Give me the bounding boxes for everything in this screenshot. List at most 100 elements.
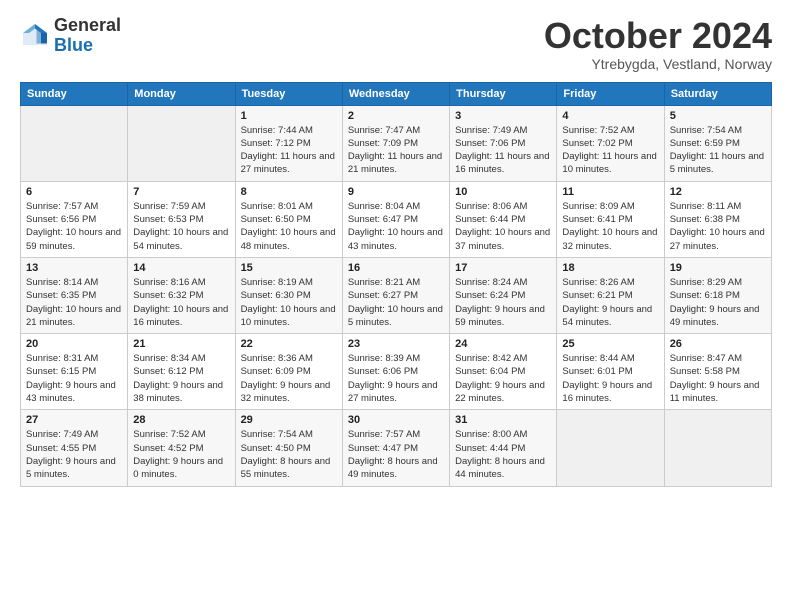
th-sunday: Sunday <box>21 82 128 105</box>
day-number: 11 <box>562 186 658 198</box>
cell-week2-day2: 8Sunrise: 8:01 AM Sunset: 6:50 PM Daylig… <box>235 181 342 257</box>
cell-week1-day5: 4 Sunrise: 7:52 AM Sunset: 7:02 PM Daylig… <box>557 105 664 181</box>
cell-week1-day4: 3 Sunrise: 7:49 AM Sunset: 7:06 PM Daylig… <box>450 105 557 181</box>
cell-week2-day6: 12 Sunrise: 8:11 AM Sunset: 6:38 PM Dayli… <box>664 181 771 257</box>
day-number: 28 <box>133 414 229 426</box>
cell-week3-day3: 16 Sunrise: 8:21 AM Sunset: 6:27 PM Dayli… <box>342 257 449 333</box>
month-title: October 2024 <box>544 16 772 56</box>
day-info: Sunrise: 8:11 AM Sunset: 6:38 PM Dayligh… <box>670 200 766 253</box>
day-info: Sunrise: 8:09 AM Sunset: 6:41 PM Dayligh… <box>562 200 658 253</box>
day-info: Sunrise: 7:47 AM Sunset: 7:09 PM Dayligh… <box>348 124 444 177</box>
th-monday: Monday <box>128 82 235 105</box>
cell-week3-day1: 14 Sunrise: 8:16 AM Sunset: 6:32 PM Dayli… <box>128 257 235 333</box>
week-row-1: 1Sunrise: 7:44 AM Sunset: 7:12 PM Daylig… <box>21 105 772 181</box>
day-number: 14 <box>133 262 229 274</box>
day-info: Sunrise: 7:52 AM Sunset: 7:02 PM Dayligh… <box>562 124 658 177</box>
day-number: 16 <box>348 262 444 274</box>
cell-week1-day6: 5 Sunrise: 7:54 AM Sunset: 6:59 PM Daylig… <box>664 105 771 181</box>
day-info: Sunrise: 7:57 AM Sunset: 4:47 PM Dayligh… <box>348 428 444 481</box>
cell-week5-day1: 28 Sunrise: 7:52 AM Sunset: 4:52 PM Dayli… <box>128 410 235 486</box>
cell-week4-day4: 24 Sunrise: 8:42 AM Sunset: 6:04 PM Dayli… <box>450 334 557 410</box>
cell-week1-day1 <box>128 105 235 181</box>
th-tuesday: Tuesday <box>235 82 342 105</box>
cell-week5-day6 <box>664 410 771 486</box>
day-number: 22 <box>241 338 337 350</box>
day-info: Sunrise: 8:31 AM Sunset: 6:15 PM Dayligh… <box>26 352 122 405</box>
day-info: Sunrise: 7:59 AM Sunset: 6:53 PM Dayligh… <box>133 200 229 253</box>
day-info: Sunrise: 8:42 AM Sunset: 6:04 PM Dayligh… <box>455 352 551 405</box>
day-info: Sunrise: 8:00 AM Sunset: 4:44 PM Dayligh… <box>455 428 551 481</box>
day-info: Sunrise: 7:54 AM Sunset: 6:59 PM Dayligh… <box>670 124 766 177</box>
day-info: Sunrise: 8:06 AM Sunset: 6:44 PM Dayligh… <box>455 200 551 253</box>
cell-week3-day6: 19Sunrise: 8:29 AM Sunset: 6:18 PM Dayli… <box>664 257 771 333</box>
calendar-table: Sunday Monday Tuesday Wednesday Thursday… <box>20 82 772 487</box>
day-number: 2 <box>348 110 444 122</box>
cell-week5-day5 <box>557 410 664 486</box>
day-number: 12 <box>670 186 766 198</box>
day-number: 3 <box>455 110 551 122</box>
day-number: 10 <box>455 186 551 198</box>
day-number: 13 <box>26 262 122 274</box>
day-number: 4 <box>562 110 658 122</box>
cell-week2-day5: 11 Sunrise: 8:09 AM Sunset: 6:41 PM Dayli… <box>557 181 664 257</box>
page-header: General Blue October 2024 Ytrebygda, Ves… <box>20 16 772 72</box>
cell-week1-day3: 2 Sunrise: 7:47 AM Sunset: 7:09 PM Daylig… <box>342 105 449 181</box>
day-number: 7 <box>133 186 229 198</box>
logo-blue: Blue <box>54 36 121 56</box>
day-info: Sunrise: 7:54 AM Sunset: 4:50 PM Dayligh… <box>241 428 337 481</box>
day-info: Sunrise: 8:04 AM Sunset: 6:47 PM Dayligh… <box>348 200 444 253</box>
day-info: Sunrise: 8:26 AM Sunset: 6:21 PM Dayligh… <box>562 276 658 329</box>
cell-week4-day5: 25 Sunrise: 8:44 AM Sunset: 6:01 PM Dayli… <box>557 334 664 410</box>
cell-week4-day6: 26 Sunrise: 8:47 AM Sunset: 5:58 PM Dayli… <box>664 334 771 410</box>
cell-week3-day0: 13Sunrise: 8:14 AM Sunset: 6:35 PM Dayli… <box>21 257 128 333</box>
cell-week1-day0 <box>21 105 128 181</box>
cell-week2-day1: 7 Sunrise: 7:59 AM Sunset: 6:53 PM Daylig… <box>128 181 235 257</box>
th-friday: Friday <box>557 82 664 105</box>
day-number: 9 <box>348 186 444 198</box>
day-number: 27 <box>26 414 122 426</box>
cell-week4-day2: 22 Sunrise: 8:36 AM Sunset: 6:09 PM Dayli… <box>235 334 342 410</box>
cell-week4-day0: 20 Sunrise: 8:31 AM Sunset: 6:15 PM Dayli… <box>21 334 128 410</box>
day-info: Sunrise: 8:29 AM Sunset: 6:18 PM Dayligh… <box>670 276 766 329</box>
cell-week5-day3: 30Sunrise: 7:57 AM Sunset: 4:47 PM Dayli… <box>342 410 449 486</box>
day-info: Sunrise: 8:21 AM Sunset: 6:27 PM Dayligh… <box>348 276 444 329</box>
day-number: 24 <box>455 338 551 350</box>
day-info: Sunrise: 7:57 AM Sunset: 6:56 PM Dayligh… <box>26 200 122 253</box>
cell-week1-day2: 1Sunrise: 7:44 AM Sunset: 7:12 PM Daylig… <box>235 105 342 181</box>
cell-week4-day1: 21 Sunrise: 8:34 AM Sunset: 6:12 PM Dayli… <box>128 334 235 410</box>
week-row-3: 13Sunrise: 8:14 AM Sunset: 6:35 PM Dayli… <box>21 257 772 333</box>
day-info: Sunrise: 8:16 AM Sunset: 6:32 PM Dayligh… <box>133 276 229 329</box>
day-number: 25 <box>562 338 658 350</box>
header-row: Sunday Monday Tuesday Wednesday Thursday… <box>21 82 772 105</box>
cell-week5-day0: 27 Sunrise: 7:49 AM Sunset: 4:55 PM Dayli… <box>21 410 128 486</box>
week-row-2: 6Sunrise: 7:57 AM Sunset: 6:56 PM Daylig… <box>21 181 772 257</box>
day-number: 15 <box>241 262 337 274</box>
cell-week2-day0: 6Sunrise: 7:57 AM Sunset: 6:56 PM Daylig… <box>21 181 128 257</box>
day-info: Sunrise: 7:49 AM Sunset: 4:55 PM Dayligh… <box>26 428 122 481</box>
cell-week3-day4: 17 Sunrise: 8:24 AM Sunset: 6:24 PM Dayli… <box>450 257 557 333</box>
day-info: Sunrise: 8:47 AM Sunset: 5:58 PM Dayligh… <box>670 352 766 405</box>
day-number: 20 <box>26 338 122 350</box>
day-info: Sunrise: 8:44 AM Sunset: 6:01 PM Dayligh… <box>562 352 658 405</box>
day-number: 8 <box>241 186 337 198</box>
day-number: 21 <box>133 338 229 350</box>
logo: General Blue <box>20 16 121 56</box>
day-info: Sunrise: 8:36 AM Sunset: 6:09 PM Dayligh… <box>241 352 337 405</box>
day-info: Sunrise: 8:24 AM Sunset: 6:24 PM Dayligh… <box>455 276 551 329</box>
logo-text: General Blue <box>54 16 121 56</box>
day-number: 26 <box>670 338 766 350</box>
day-info: Sunrise: 8:34 AM Sunset: 6:12 PM Dayligh… <box>133 352 229 405</box>
logo-icon <box>20 21 50 51</box>
day-number: 29 <box>241 414 337 426</box>
day-number: 5 <box>670 110 766 122</box>
day-info: Sunrise: 7:44 AM Sunset: 7:12 PM Dayligh… <box>241 124 337 177</box>
cell-week2-day3: 9 Sunrise: 8:04 AM Sunset: 6:47 PM Daylig… <box>342 181 449 257</box>
cell-week3-day5: 18Sunrise: 8:26 AM Sunset: 6:21 PM Dayli… <box>557 257 664 333</box>
th-saturday: Saturday <box>664 82 771 105</box>
day-number: 31 <box>455 414 551 426</box>
logo-general: General <box>54 16 121 36</box>
cell-week4-day3: 23Sunrise: 8:39 AM Sunset: 6:06 PM Dayli… <box>342 334 449 410</box>
day-number: 17 <box>455 262 551 274</box>
day-info: Sunrise: 7:52 AM Sunset: 4:52 PM Dayligh… <box>133 428 229 481</box>
day-info: Sunrise: 7:49 AM Sunset: 7:06 PM Dayligh… <box>455 124 551 177</box>
